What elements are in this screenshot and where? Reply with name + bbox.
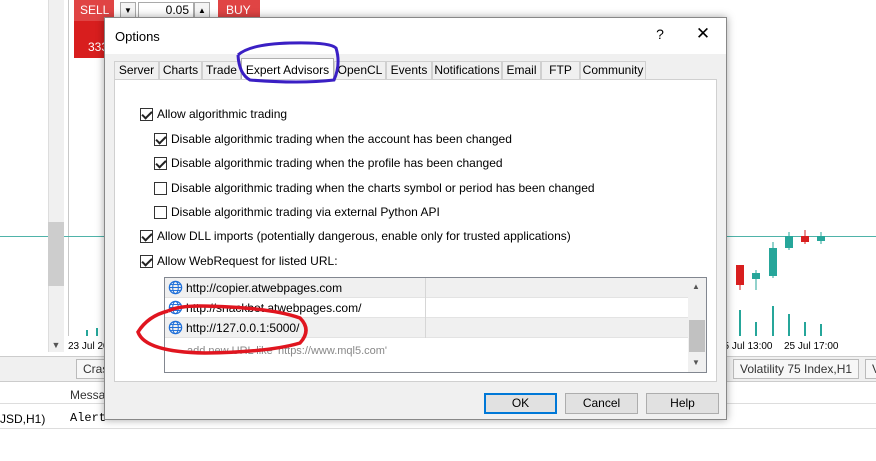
url-list-item[interactable]: http://127.0.0.1:5000/ xyxy=(165,318,688,338)
url-text: http://snackbot.atwebpages.com/ xyxy=(186,300,362,315)
option-label: Disable algorithmic trading via external… xyxy=(171,205,440,219)
disable-on-account-change-option[interactable]: Disable algorithmic trading when the acc… xyxy=(154,131,512,147)
candle-bear xyxy=(801,236,809,242)
url-text: http://copier.atwebpages.com xyxy=(186,280,343,295)
tab-email[interactable]: Email xyxy=(502,61,541,80)
dialog-titlebar[interactable]: Options ? ✕ xyxy=(105,18,726,54)
allow-dll-imports-option[interactable]: Allow DLL imports (potentially dangerous… xyxy=(140,228,571,244)
tab-opencl[interactable]: OpenCL xyxy=(334,61,386,80)
checkbox[interactable] xyxy=(140,107,153,121)
url-text: http://127.0.0.1:5000/ xyxy=(186,320,300,335)
volume-bar xyxy=(86,330,88,336)
disable-python-api-option[interactable]: Disable algorithmic trading via external… xyxy=(154,204,440,220)
app-root: ▼ SELL 333 ▼ 0.05 ▲ BUY 23 Jul 20 25 Jul… xyxy=(0,0,876,461)
url-list-item[interactable]: http://snackbot.atwebpages.com/ xyxy=(165,298,688,318)
scroll-down-arrow-icon[interactable]: ▼ xyxy=(48,338,64,352)
disable-on-symbol-change-option[interactable]: Disable algorithmic trading when the cha… xyxy=(154,180,595,196)
toolbox-row-message[interactable]: Alert xyxy=(70,411,106,425)
tab-community[interactable]: Community xyxy=(580,61,646,80)
x-axis-label: 25 Jul 17:00 xyxy=(784,341,839,352)
option-label: Allow DLL imports (potentially dangerous… xyxy=(157,229,571,243)
tab-events[interactable]: Events xyxy=(386,61,432,80)
allow-webrequest-option[interactable]: Allow WebRequest for listed URL: xyxy=(140,253,338,269)
tab-charts[interactable]: Charts xyxy=(159,61,202,80)
cancel-button[interactable]: Cancel xyxy=(565,393,638,414)
candle-bull xyxy=(785,236,793,248)
tab-server[interactable]: Server xyxy=(114,61,159,80)
allow-algo-trading-option[interactable]: Allow algorithmic trading xyxy=(140,106,287,122)
chart-scrollbar-thumb[interactable] xyxy=(48,222,64,286)
column-divider xyxy=(425,278,426,298)
webrequest-url-list[interactable]: http://copier.atwebpages.com http://snac… xyxy=(164,277,707,373)
ok-button[interactable]: OK xyxy=(484,393,557,414)
url-list-scrollbar-thumb[interactable] xyxy=(689,320,705,352)
help-button[interactable]: Help xyxy=(646,393,719,414)
option-label: Disable algorithmic trading when the pro… xyxy=(171,156,503,170)
candle-bull xyxy=(752,273,760,279)
toolbox-column-message[interactable]: Messa xyxy=(70,388,105,402)
tab-trade[interactable]: Trade xyxy=(202,61,241,80)
option-label: Allow WebRequest for listed URL: xyxy=(157,254,338,268)
x-axis-label: 23 Jul 20 xyxy=(68,341,109,352)
scroll-down-arrow-icon[interactable]: ▼ xyxy=(692,358,700,367)
disable-on-profile-change-option[interactable]: Disable algorithmic trading when the pro… xyxy=(154,155,503,171)
divider xyxy=(0,428,876,429)
toolbox-row-symbol[interactable]: JSD,H1) xyxy=(0,412,45,426)
tab-expert-advisors[interactable]: Expert Advisors xyxy=(241,58,334,81)
volume-bar xyxy=(96,328,98,336)
options-dialog: Options ? ✕ Server Charts Trade Expert A… xyxy=(104,17,727,420)
checkbox[interactable] xyxy=(154,132,167,146)
option-label: Allow algorithmic trading xyxy=(157,107,288,121)
column-divider xyxy=(425,318,426,338)
candlesticks xyxy=(736,230,825,336)
globe-icon xyxy=(168,300,183,315)
scroll-up-arrow-icon[interactable]: ▲ xyxy=(692,282,700,291)
help-icon[interactable]: ? xyxy=(653,26,667,42)
dialog-title: Options xyxy=(115,29,160,44)
option-label: Disable algorithmic trading when the acc… xyxy=(171,132,512,146)
expert-advisors-panel: Allow algorithmic trading Disable algori… xyxy=(114,79,717,382)
close-icon[interactable]: ✕ xyxy=(693,24,713,44)
checkbox[interactable] xyxy=(154,181,167,195)
tab-notifications[interactable]: Notifications xyxy=(432,61,502,80)
url-list-scrollbar[interactable]: ▲ ▼ xyxy=(688,278,706,372)
candle-bull xyxy=(817,236,825,241)
chart-left-border xyxy=(68,0,69,336)
tab-ftp[interactable]: FTP xyxy=(541,61,580,80)
chart-tab[interactable]: V xyxy=(865,359,876,379)
globe-icon xyxy=(168,280,183,295)
column-divider xyxy=(425,298,426,318)
checkbox[interactable] xyxy=(140,254,153,268)
option-label: Disable algorithmic trading when the cha… xyxy=(171,181,595,195)
candle-bull xyxy=(769,248,777,276)
chart-scrollbar[interactable] xyxy=(48,0,64,352)
chart-tab[interactable]: Volatility 75 Index,H1 xyxy=(733,359,860,379)
checkbox[interactable] xyxy=(154,156,167,170)
checkbox[interactable] xyxy=(154,205,167,219)
add-url-placeholder[interactable]: add new URL like 'https://www.mql5.com' xyxy=(187,345,387,357)
url-list-item[interactable]: http://copier.atwebpages.com xyxy=(165,278,688,298)
candle-bear xyxy=(736,265,744,285)
globe-icon xyxy=(168,320,183,335)
checkbox[interactable] xyxy=(140,229,153,243)
